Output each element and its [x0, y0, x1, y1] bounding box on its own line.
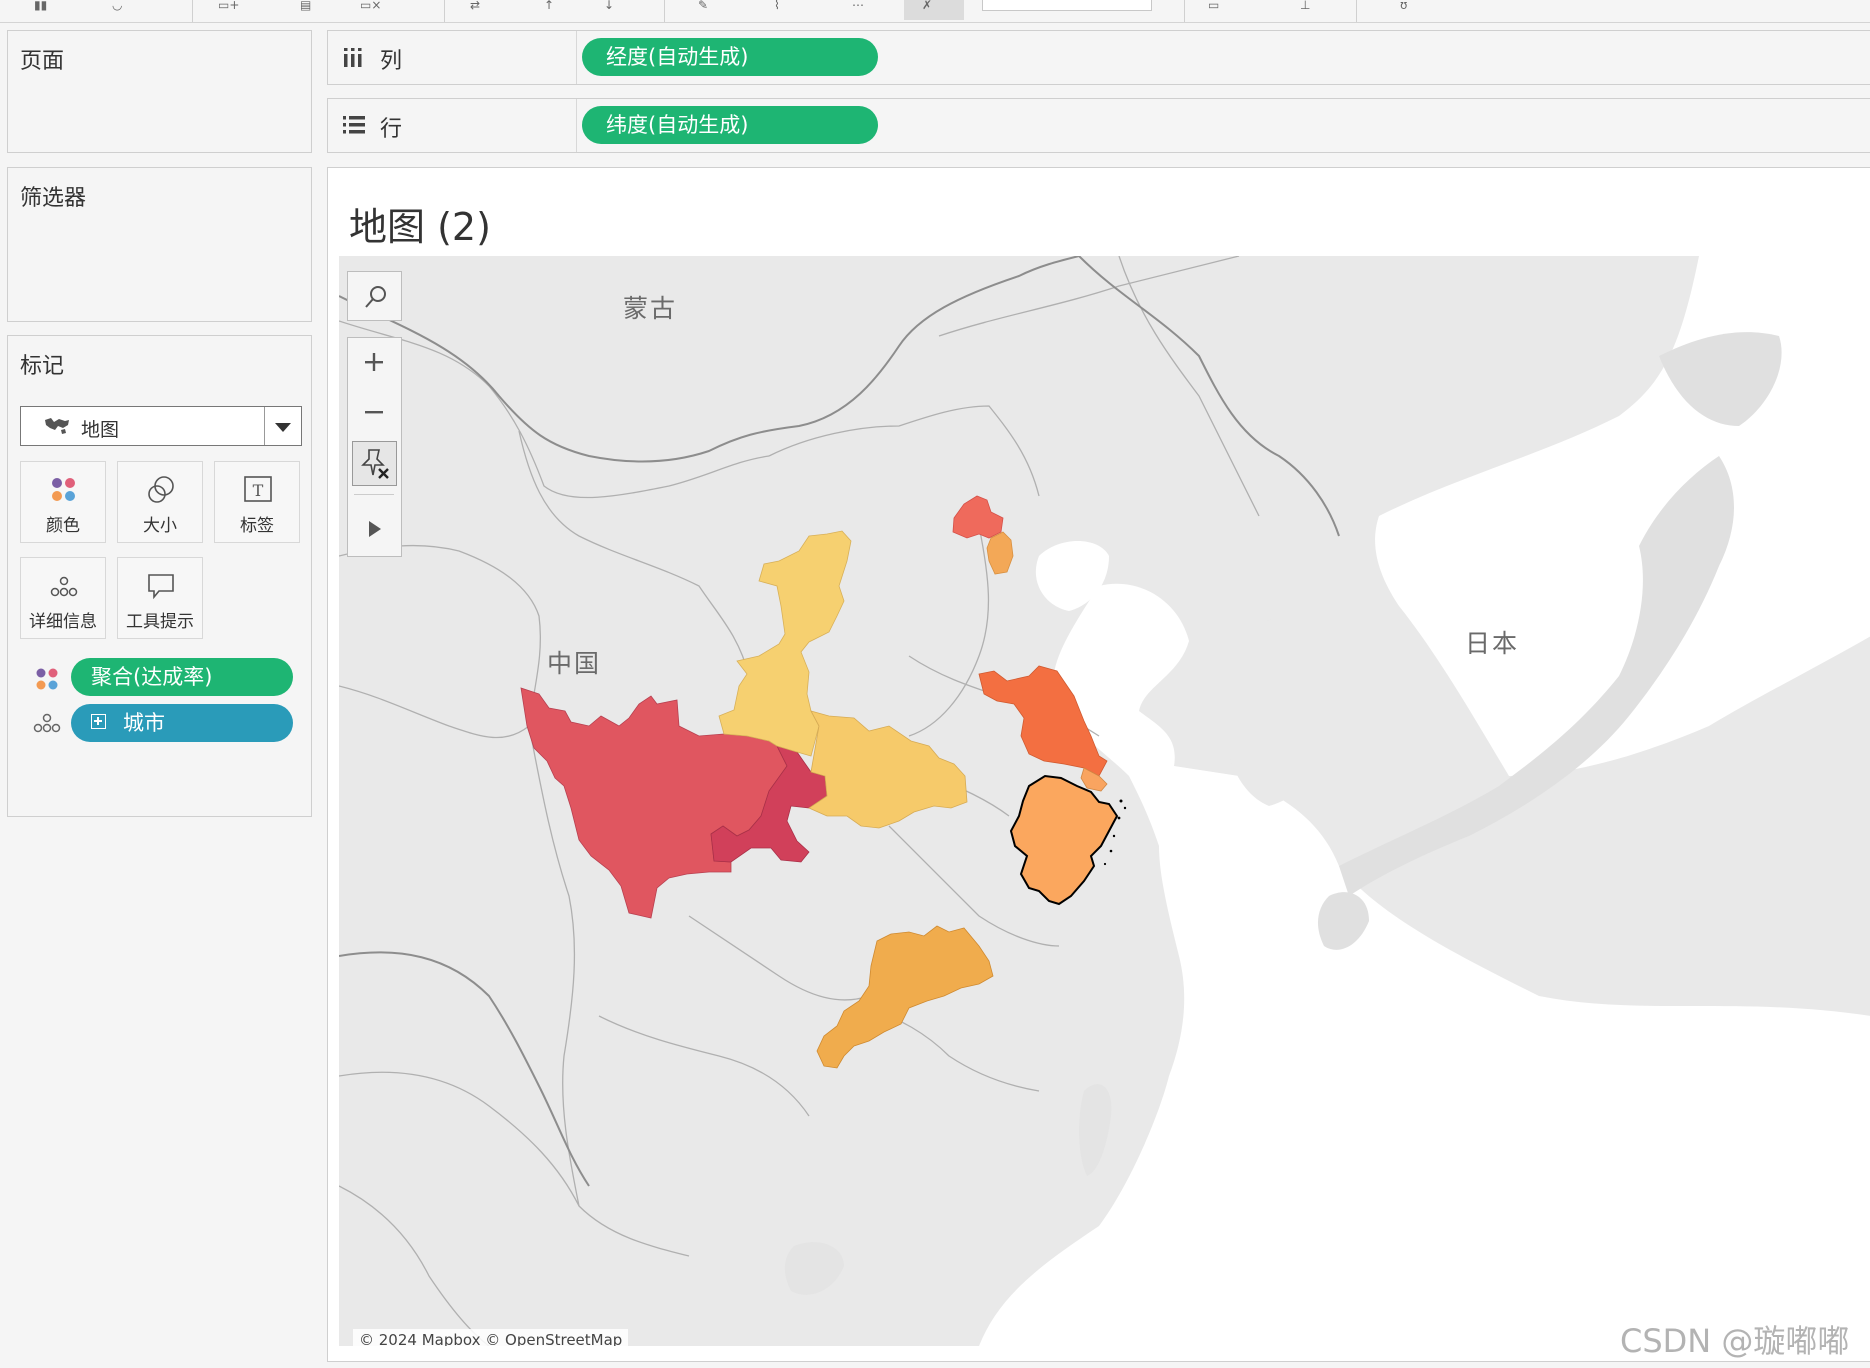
label-button-label: 标签	[240, 516, 274, 536]
size-icon	[148, 476, 174, 503]
filters-card[interactable]: 筛选器	[7, 167, 312, 322]
play-icon	[369, 521, 381, 537]
dropdown-divider	[264, 407, 265, 445]
pause-icon[interactable]: ▮▮	[34, 0, 47, 12]
highlight-icon[interactable]: ✎	[698, 0, 708, 12]
zoom-controls	[347, 337, 402, 557]
color-field-icon	[36, 668, 58, 690]
detail-icon	[50, 576, 78, 597]
pages-card-title: 页面	[20, 49, 65, 74]
label-icon[interactable]: ⋯	[852, 0, 864, 12]
swap-icon[interactable]: ⇄	[470, 0, 480, 12]
group-icon[interactable]: ⌇	[774, 0, 780, 12]
presentation-icon[interactable]: ⊥	[1300, 0, 1310, 12]
tooltip-button-label: 工具提示	[126, 612, 194, 632]
pin-clear-button[interactable]	[904, 0, 964, 20]
rows-icon	[343, 116, 365, 134]
fit-dropdown[interactable]	[982, 0, 1152, 11]
toolbar-separator	[1356, 0, 1357, 22]
detail-button[interactable]: 详细信息	[20, 557, 106, 639]
map-area[interactable]: 蒙古 中国 日本 © 2024 Mapbox © OpenStreetMap	[339, 256, 1870, 1346]
color-field-pill[interactable]: 聚合(达成率)	[71, 658, 293, 696]
detail-field-icon	[33, 713, 61, 733]
label-mongolia: 蒙古	[623, 294, 678, 323]
color-button-label: 颜色	[46, 516, 80, 536]
mark-type-dropdown[interactable]: 地图	[20, 406, 302, 446]
columns-shelf[interactable]: 列 经度(自动生成)	[327, 30, 1870, 85]
expand-toolbar-button[interactable]	[348, 504, 401, 552]
pages-card[interactable]: 页面	[7, 30, 312, 153]
columns-shelf-label: 列	[380, 49, 403, 74]
sort-asc-icon[interactable]: ↑	[544, 0, 554, 12]
expand-icon[interactable]	[91, 714, 106, 729]
label-button[interactable]: T 标签	[214, 461, 300, 543]
color-button[interactable]: 颜色	[20, 461, 106, 543]
zoom-out-button[interactable]	[348, 388, 401, 436]
clear-sheet-icon[interactable]: ▭×	[360, 0, 381, 12]
map-attribution[interactable]: © 2024 Mapbox © OpenStreetMap	[353, 1329, 629, 1346]
chevron-down-icon	[275, 423, 291, 432]
label-china: 中国	[547, 649, 602, 678]
new-worksheet-icon[interactable]: ▭+	[218, 0, 239, 12]
reset-pin-button[interactable]	[352, 441, 397, 486]
pin-clear-icon: ✗	[922, 0, 933, 12]
tooltip-button[interactable]: 工具提示	[117, 557, 203, 639]
plus-icon	[365, 353, 383, 371]
columns-icon	[344, 48, 362, 67]
latitude-pill[interactable]: 纬度(自动生成)	[582, 106, 878, 144]
worksheet-view: 地图 (2) 蒙古 中国 日本 © 2024 Mapbox © OpenStre…	[327, 167, 1870, 1362]
detail-field-label: 城市	[123, 711, 165, 735]
minus-icon	[365, 411, 383, 414]
detail-field-pill[interactable]: 城市	[71, 704, 293, 742]
search-icon	[365, 286, 386, 308]
show-cards-icon[interactable]: ▭	[1208, 0, 1219, 12]
text-label-icon: T	[244, 476, 272, 502]
toolbar-separator	[444, 0, 445, 22]
map-search-button[interactable]	[347, 271, 402, 321]
label-japan: 日本	[1465, 629, 1520, 658]
tooltip-icon	[148, 574, 174, 600]
filters-card-title: 筛选器	[20, 186, 87, 211]
mark-type-label: 地图	[81, 419, 120, 441]
size-button-label: 大小	[143, 516, 177, 536]
color-icon	[52, 478, 75, 501]
toolbar-separator	[192, 0, 193, 22]
pin-clear-icon	[361, 449, 389, 479]
marks-card: 标记 地图 颜色 大小 T 标签 详细信息 工具提示 聚合(达成率) 城市	[7, 335, 312, 817]
map-canvas[interactable]	[339, 256, 1870, 1346]
marks-card-title: 标记	[20, 354, 65, 379]
share-icon[interactable]: ʊ	[1400, 0, 1407, 12]
worksheet-title[interactable]: 地图 (2)	[349, 196, 491, 251]
longitude-pill[interactable]: 经度(自动生成)	[582, 38, 878, 76]
sort-desc-icon[interactable]: ↓	[604, 0, 614, 12]
toolbar-divider	[354, 494, 394, 495]
zoom-in-button[interactable]	[348, 338, 401, 386]
watermark: CSDN @璇嘟嘟	[1620, 1322, 1850, 1360]
rows-shelf-label: 行	[380, 117, 403, 142]
duplicate-icon[interactable]: ▤	[300, 0, 311, 12]
toolbar-separator	[664, 0, 665, 22]
rows-shelf[interactable]: 行 纬度(自动生成)	[327, 98, 1870, 153]
toolbar-separator	[1184, 0, 1185, 22]
size-button[interactable]: 大小	[117, 461, 203, 543]
map-icon	[45, 418, 69, 434]
redo-icon[interactable]: ◡	[112, 0, 122, 12]
svg-text:T: T	[253, 481, 264, 500]
shelf-divider	[576, 31, 577, 84]
shelf-divider	[576, 99, 577, 152]
toolbar: ▮▮ ◡ ▭+ ▤ ▭× ⇄ ↑ ↓ ✎ ⌇ ⋯ ✗ ▭ ⊥ ʊ	[0, 0, 1870, 23]
detail-button-label: 详细信息	[29, 612, 97, 632]
